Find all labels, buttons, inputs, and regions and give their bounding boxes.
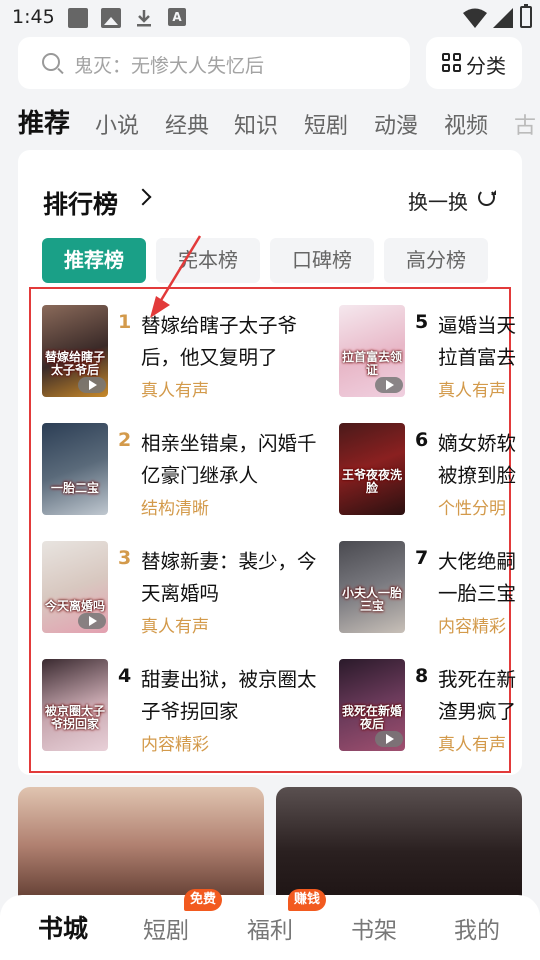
book-cover: 今天离婚吗 xyxy=(42,541,108,633)
book-title: 逼婚当天 拉首富去 xyxy=(438,314,517,369)
list-item[interactable]: 被京圈太子爷拐回家 4 甜妻出狱，被京圈太子爷拐回家 内容精彩 xyxy=(42,659,322,759)
nav-short-drama[interactable]: 短剧 xyxy=(143,911,189,945)
book-tag: 真人有声 xyxy=(141,381,209,401)
book-tag: 个性分明 xyxy=(438,499,506,519)
category-button[interactable]: 分类 xyxy=(426,37,522,89)
category-label: 分类 xyxy=(466,54,506,78)
book-cover: 拉首富去领证 xyxy=(339,305,405,397)
free-badge: 免费 xyxy=(184,889,223,911)
play-icon xyxy=(78,613,106,629)
status-bar: 1:45 A xyxy=(0,0,540,36)
book-title: 甜妻出狱，被京圈太子爷拐回家 xyxy=(141,668,317,723)
nav-mine[interactable]: 我的 xyxy=(454,911,500,945)
chip-high-score-rank[interactable]: 高分榜 xyxy=(384,238,488,283)
swap-button[interactable]: 换一换 xyxy=(408,186,468,215)
list-item[interactable]: 我死在新婚夜后 8 我死在新 渣男疯了 真人有声 xyxy=(339,659,522,759)
play-icon xyxy=(375,377,403,393)
play-icon xyxy=(78,377,106,393)
chip-complete-rank[interactable]: 完本榜 xyxy=(156,238,260,283)
book-cover: 我死在新婚夜后 xyxy=(339,659,405,751)
battery-icon xyxy=(520,4,532,28)
rank-number: 1 xyxy=(118,311,132,333)
book-cover: 一胎二宝 xyxy=(42,423,108,515)
bottom-navigation: 书城 短剧 免费 福利 赚钱 书架 我的 xyxy=(0,889,540,960)
rank-number: 4 xyxy=(118,665,132,687)
list-item[interactable]: 拉首富去领证 5 逼婚当天 拉首富去 真人有声 xyxy=(339,305,522,405)
rank-number: 5 xyxy=(415,311,429,333)
tab-short-drama[interactable]: 短剧 xyxy=(304,108,348,140)
search-placeholder: 鬼灭：无惨大人失忆后 xyxy=(74,55,265,77)
book-cover: 替嫁给瞎子太子爷后 xyxy=(42,305,108,397)
book-title: 大佬绝嗣 一胎三宝 xyxy=(438,550,517,605)
book-cover: 被京圈太子爷拐回家 xyxy=(42,659,108,751)
tab-classic[interactable]: 经典 xyxy=(165,108,209,140)
play-icon xyxy=(375,731,403,747)
download-icon xyxy=(137,10,151,27)
nav-bookshelf[interactable]: 书架 xyxy=(351,911,397,945)
book-title: 相亲坐错桌，闪婚千亿豪门继承人 xyxy=(141,432,317,487)
book-tag: 真人有声 xyxy=(438,381,506,401)
book-cover: 小夫人一胎三宝 xyxy=(339,541,405,633)
book-title: 嫡女娇软 被撩到脸 xyxy=(438,432,517,487)
tab-video[interactable]: 视频 xyxy=(444,108,488,140)
nav-bookstore[interactable]: 书城 xyxy=(38,909,88,945)
list-item[interactable]: 一胎二宝 2 相亲坐错桌，闪婚千亿豪门继承人 结构清晰 xyxy=(42,423,322,523)
gallery-icon xyxy=(101,8,121,28)
tab-recommend[interactable]: 推荐 xyxy=(18,103,70,140)
list-item[interactable]: 替嫁给瞎子太子爷后 1 替嫁给瞎子太子爷后，他又复明了 真人有声 xyxy=(42,305,322,405)
book-tag: 内容精彩 xyxy=(141,735,209,755)
chip-recommend-rank[interactable]: 推荐榜 xyxy=(42,238,146,283)
signal-icon xyxy=(493,8,513,28)
rank-number: 6 xyxy=(415,429,429,451)
chevron-right-icon[interactable] xyxy=(134,188,152,206)
rank-number: 2 xyxy=(118,429,132,451)
ranking-card: 排行榜 换一换 推荐榜 完本榜 口碑榜 高分榜 替嫁给瞎子太子爷后 1 替嫁给瞎… xyxy=(18,150,522,775)
book-tag: 内容精彩 xyxy=(438,617,506,637)
book-tag: 真人有声 xyxy=(438,735,506,755)
chip-reputation-rank[interactable]: 口碑榜 xyxy=(270,238,374,283)
book-tag: 真人有声 xyxy=(141,617,209,637)
rank-number: 3 xyxy=(118,547,132,569)
rank-number: 8 xyxy=(415,665,429,687)
search-icon xyxy=(42,53,60,71)
list-item[interactable]: 王爷夜夜洗脸 6 嫡女娇软 被撩到脸 个性分明 xyxy=(339,423,522,523)
book-tag: 结构清晰 xyxy=(141,499,209,519)
nav-welfare[interactable]: 福利 xyxy=(247,911,293,945)
category-tabs: 推荐 小说 经典 知识 短剧 动漫 视频 古 xyxy=(0,100,540,146)
status-time: 1:45 xyxy=(12,6,55,28)
earn-badge: 赚钱 xyxy=(288,889,327,911)
grid-icon xyxy=(442,53,462,73)
ranking-title[interactable]: 排行榜 xyxy=(43,185,118,221)
tab-knowledge[interactable]: 知识 xyxy=(234,108,278,140)
list-item[interactable]: 今天离婚吗 3 替嫁新妻：裴少，今天离婚吗 真人有声 xyxy=(42,541,322,641)
notification-square-icon xyxy=(68,8,88,28)
tab-ancient[interactable]: 古 xyxy=(514,108,536,140)
tab-anime[interactable]: 动漫 xyxy=(374,108,418,140)
translate-icon: A xyxy=(168,8,186,26)
search-bar[interactable]: 鬼灭：无惨大人失忆后 xyxy=(18,37,410,89)
book-cover: 王爷夜夜洗脸 xyxy=(339,423,405,515)
list-item[interactable]: 小夫人一胎三宝 7 大佬绝嗣 一胎三宝 内容精彩 xyxy=(339,541,522,641)
book-title: 替嫁新妻：裴少，今天离婚吗 xyxy=(141,550,317,605)
rank-number: 7 xyxy=(415,547,429,569)
tab-novel[interactable]: 小说 xyxy=(95,108,139,140)
book-title: 我死在新 渣男疯了 xyxy=(438,668,517,723)
wifi-icon xyxy=(463,8,487,28)
book-title: 替嫁给瞎子太子爷后，他又复明了 xyxy=(141,314,298,369)
refresh-icon[interactable] xyxy=(478,189,496,206)
